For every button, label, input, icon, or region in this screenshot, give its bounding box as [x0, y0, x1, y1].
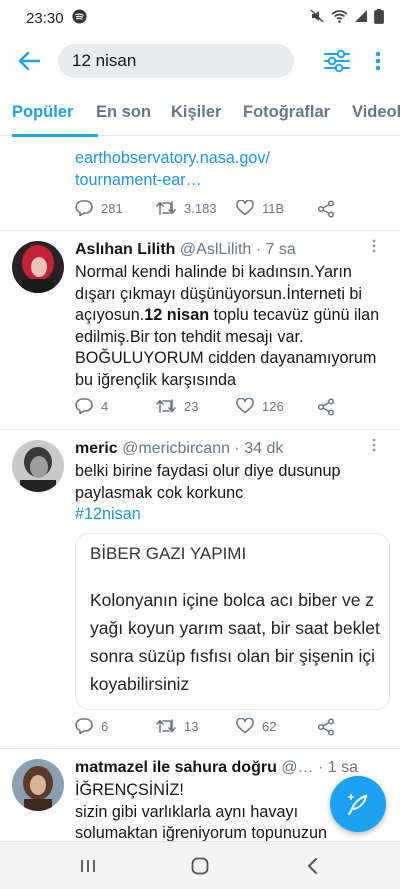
tab-people[interactable]: Kişiler: [171, 86, 221, 136]
tweet-text: belki birine faydasi olur diye dusunup p…: [75, 461, 393, 526]
author-handle-time: @AslLilith · 7 sa: [179, 241, 296, 258]
tab-latest[interactable]: En son: [96, 86, 151, 136]
tweet-card[interactable]: Aslıhan Lilith @AslLilith · 7 sa Normal …: [0, 231, 400, 430]
search-filter-button[interactable]: [322, 48, 352, 74]
like-button[interactable]: 62: [236, 718, 276, 734]
image-text-title: BİBER GAZI YAPIMI: [90, 544, 247, 563]
vertical-dots-icon: [375, 51, 381, 71]
tweet-feed[interactable]: earthobservatory.nasa.gov/ tournament-ea…: [0, 136, 400, 841]
arrow-left-icon: [18, 51, 40, 71]
reply-icon: [75, 718, 93, 734]
heart-icon: [236, 200, 254, 216]
mute-icon: [309, 8, 325, 28]
share-icon: [317, 718, 335, 736]
tweet-card[interactable]: meric @mericbircann · 34 dk belki birine…: [0, 430, 400, 749]
recent-apps-button[interactable]: [58, 842, 118, 889]
author-name[interactable]: Aslıhan Lilith: [75, 241, 175, 258]
tab-popular[interactable]: Popüler: [12, 86, 98, 137]
home-icon: [191, 857, 209, 874]
avatar[interactable]: [12, 440, 64, 492]
author-handle-time: @… · 1 sa: [281, 759, 358, 776]
back-button[interactable]: [4, 36, 54, 86]
sliders-icon: [324, 49, 350, 73]
author-handle-time: @mericbircann · 34 dk: [122, 440, 284, 457]
recent-apps-icon: [81, 859, 95, 872]
share-button[interactable]: [317, 200, 335, 218]
retweet-icon: [156, 201, 176, 215]
chevron-left-icon: [307, 857, 317, 874]
home-button[interactable]: [170, 842, 230, 889]
retweet-button[interactable]: 23: [156, 398, 198, 414]
tweet-actions: 281 3.183 11B: [75, 200, 365, 222]
share-button[interactable]: [317, 398, 335, 416]
tweet-options-button[interactable]: [372, 239, 376, 256]
retweet-icon: [156, 719, 176, 733]
avatar[interactable]: [12, 241, 64, 293]
reply-button[interactable]: 4: [75, 398, 108, 414]
system-navigation-bar: [0, 841, 400, 889]
search-input[interactable]: [58, 44, 294, 78]
retweet-icon: [156, 399, 176, 413]
tab-photos[interactable]: Fotoğraflar: [243, 86, 330, 136]
status-bar: 23:30: [0, 0, 400, 36]
author-name[interactable]: matmazel ile sahura doğru: [75, 759, 277, 776]
overflow-menu-button[interactable]: [368, 48, 388, 74]
tweet-options-button[interactable]: [372, 438, 376, 455]
reply-icon: [75, 398, 93, 414]
search-tabs: Popüler En son Kişiler Fotoğraflar Video…: [0, 86, 400, 137]
avatar[interactable]: [12, 759, 64, 811]
status-time: 23:30: [26, 9, 64, 27]
tweet-image[interactable]: BİBER GAZI YAPIMI Kolonyanın içine bolca…: [75, 533, 390, 710]
tweet-actions: 6 13 62: [75, 718, 365, 740]
tweet-text: earthobservatory.nasa.gov/ tournament-ea…: [75, 148, 393, 191]
reply-button[interactable]: 281: [75, 200, 123, 216]
vertical-dots-icon: [372, 239, 376, 253]
author-name[interactable]: meric: [75, 440, 118, 457]
tweet-link-continued[interactable]: tournament-ear…: [75, 170, 393, 192]
compose-feather-icon: [348, 794, 368, 815]
compose-tweet-button[interactable]: [330, 776, 386, 832]
tweet-text: Normal kendi halinde bi kadınsın.Yarın d…: [75, 263, 380, 389]
share-icon: [317, 200, 335, 218]
like-button[interactable]: 126: [236, 398, 284, 414]
back-nav-button[interactable]: [282, 842, 342, 889]
heart-icon: [236, 718, 254, 734]
reply-icon: [75, 200, 93, 216]
battery-icon: [374, 8, 384, 28]
tweet-card[interactable]: earthobservatory.nasa.gov/ tournament-ea…: [0, 136, 400, 231]
vertical-dots-icon: [372, 438, 376, 452]
hashtag-link[interactable]: #12nisan: [75, 504, 393, 526]
tweet-link[interactable]: earthobservatory.nasa.gov/: [75, 148, 393, 170]
tab-videos[interactable]: Videolar: [352, 86, 400, 136]
search-header: [0, 36, 400, 86]
retweet-button[interactable]: 3.183: [156, 200, 217, 216]
highlighted-query: 12 nisan: [144, 306, 210, 324]
share-button[interactable]: [317, 718, 335, 736]
like-button[interactable]: 11B: [236, 200, 284, 216]
tweet-actions: 4 23 126: [75, 398, 365, 420]
heart-icon: [236, 398, 254, 414]
wifi-icon: [331, 9, 348, 27]
share-icon: [317, 398, 335, 416]
reply-button[interactable]: 6: [75, 718, 108, 734]
signal-icon: [354, 9, 368, 27]
spotify-icon: [72, 8, 87, 28]
retweet-button[interactable]: 13: [156, 718, 198, 734]
